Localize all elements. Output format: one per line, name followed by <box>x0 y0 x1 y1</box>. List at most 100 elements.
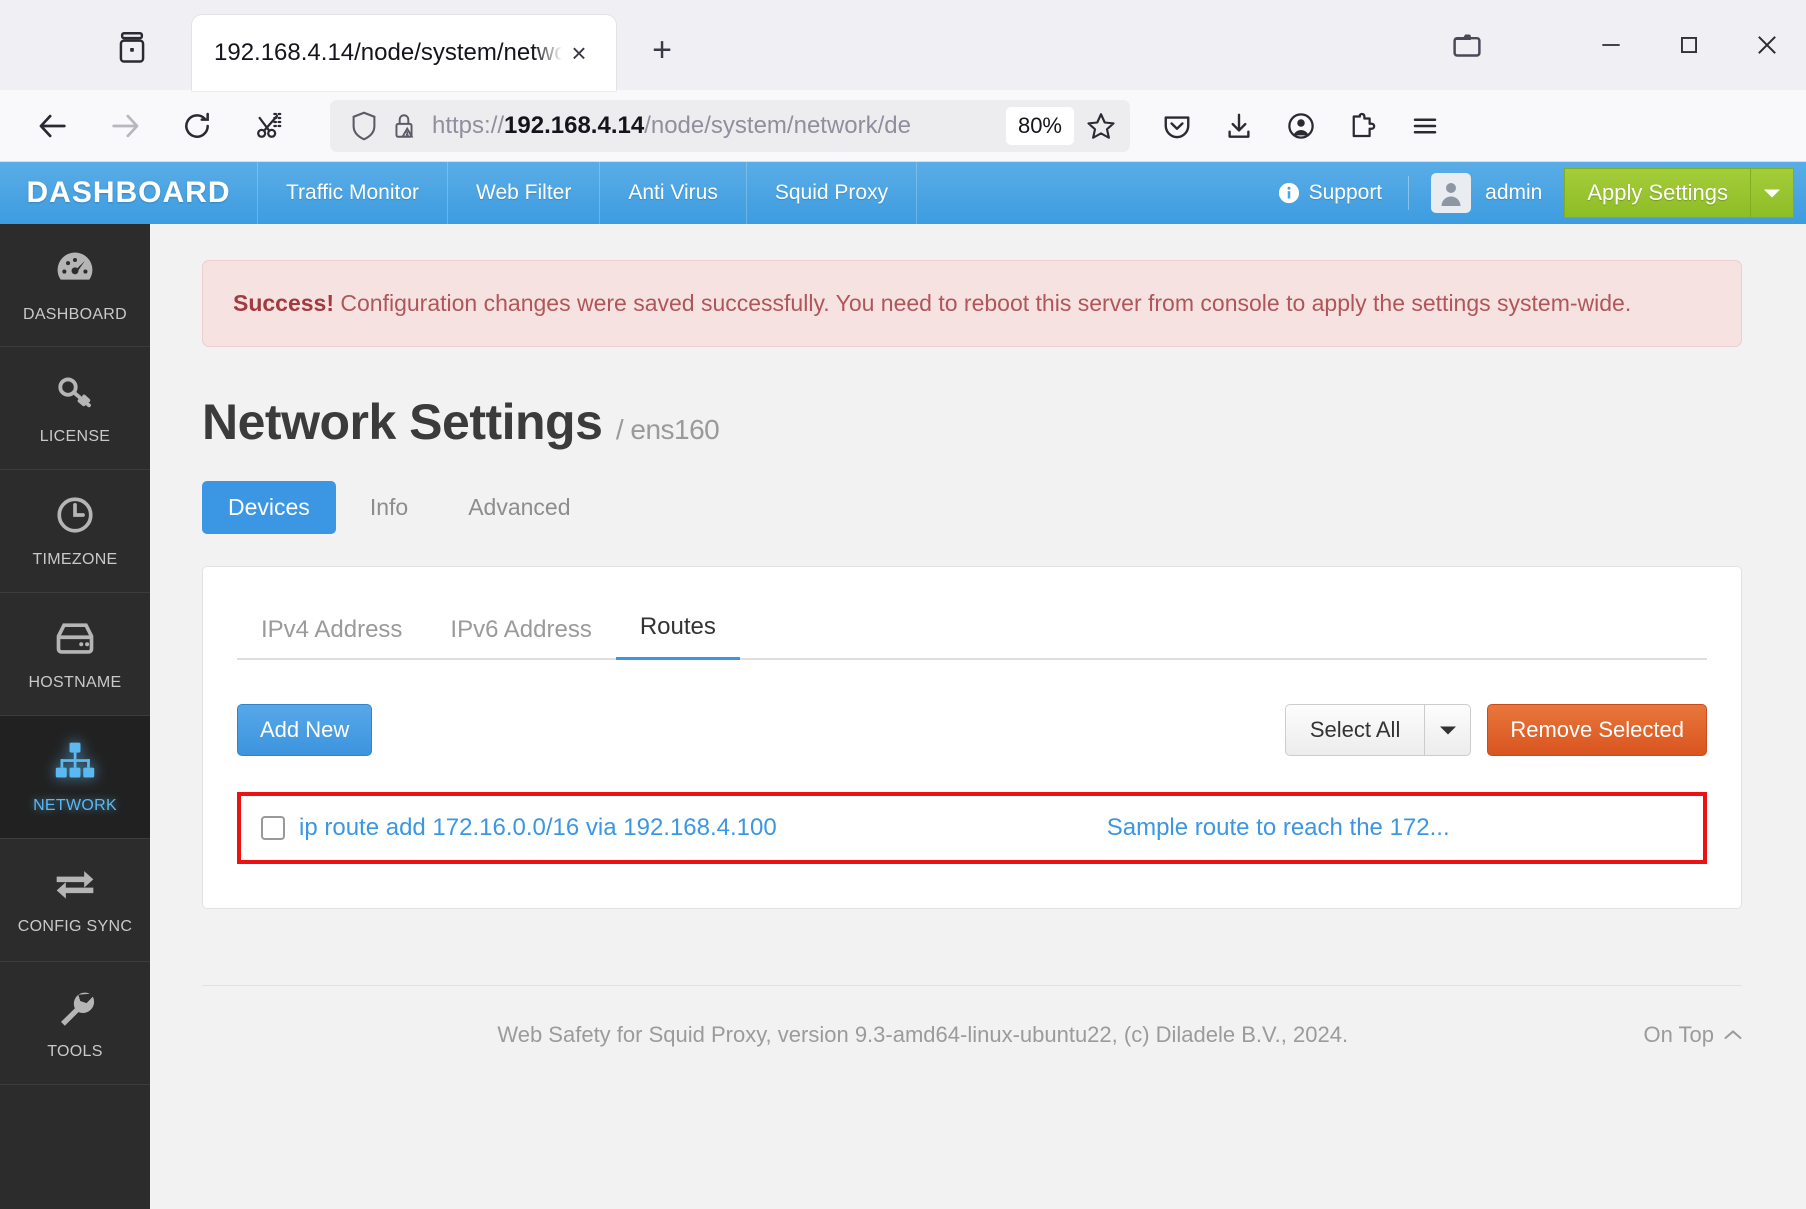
username-label: admin <box>1485 181 1543 204</box>
close-tab-icon[interactable]: × <box>562 36 596 70</box>
tab-strip: 192.168.4.14/node/system/network/ × + <box>192 14 686 91</box>
select-all-button[interactable]: Select All <box>1284 704 1426 757</box>
app-topnav: DASHBOARD Traffic Monitor Web Filter Ant… <box>0 162 1806 224</box>
route-description[interactable]: Sample route to reach the 172... <box>1107 814 1450 842</box>
sidebar-item-label: LICENSE <box>39 427 111 445</box>
sidebar-item-label: HOSTNAME <box>28 673 122 691</box>
downloads-icon[interactable] <box>1208 99 1270 153</box>
routes-toolbar: Add New Select All Remove Selected <box>237 704 1707 757</box>
url-bar[interactable]: https://192.168.4.14/node/system/network… <box>330 99 1130 152</box>
url-text[interactable]: https://192.168.4.14/node/system/network… <box>432 112 1006 140</box>
server-icon <box>53 617 97 664</box>
sidebar-item-tools[interactable]: TOOLS <box>0 962 150 1085</box>
cut-icon[interactable] <box>242 99 296 153</box>
page-subtitle: / ens160 <box>615 414 720 446</box>
new-tab-icon[interactable]: + <box>638 26 686 74</box>
add-new-button[interactable]: Add New <box>237 704 373 757</box>
pocket-icon[interactable] <box>1146 99 1208 153</box>
menu-icon[interactable] <box>1394 99 1456 153</box>
topnav-item-web-filter[interactable]: Web Filter <box>448 162 601 224</box>
close-window-icon[interactable] <box>1728 0 1806 90</box>
main-content: Success! Configuration changes were save… <box>150 224 1806 1209</box>
alert-text: Configuration changes were saved success… <box>340 290 1632 316</box>
browser-titlebar: 192.168.4.14/node/system/network/ × + <box>0 0 1806 91</box>
firefox-view-icon[interactable] <box>104 20 160 76</box>
apply-settings-group: Apply Settings <box>1564 168 1794 218</box>
on-top-label: On Top <box>1643 1022 1714 1048</box>
browser-window: 192.168.4.14/node/system/network/ × + ht… <box>0 0 1806 1209</box>
select-all-caret-icon[interactable] <box>1425 704 1472 757</box>
support-link[interactable]: Support <box>1252 162 1409 224</box>
reload-icon[interactable] <box>170 99 224 153</box>
shield-icon[interactable] <box>344 106 384 146</box>
footer-text: Web Safety for Squid Proxy, version 9.3-… <box>497 1022 1349 1048</box>
subtab-routes[interactable]: Routes <box>615 603 740 661</box>
select-all-group: Select All <box>1284 704 1472 757</box>
chevron-up-icon <box>1724 1030 1742 1040</box>
user-box[interactable]: admin <box>1409 162 1564 224</box>
route-checkbox[interactable] <box>261 816 285 841</box>
page-footer: Web Safety for Squid Proxy, version 9.3-… <box>202 985 1742 1048</box>
apply-settings-button[interactable]: Apply Settings <box>1564 168 1750 218</box>
success-alert: Success! Configuration changes were save… <box>202 260 1742 348</box>
web-page: DASHBOARD Traffic Monitor Web Filter Ant… <box>0 162 1806 1209</box>
extensions-icon[interactable] <box>1332 99 1394 153</box>
sidebar-item-label: TOOLS <box>47 1042 103 1060</box>
tab-devices[interactable]: Devices <box>202 481 336 535</box>
zoom-level-badge[interactable]: 80% <box>1005 106 1074 145</box>
route-command[interactable]: ip route add 172.16.0.0/16 via 192.168.4… <box>299 814 777 842</box>
topnav-spacer <box>917 162 1252 224</box>
sidebar-item-config-sync[interactable]: CONFIG SYNC <box>0 839 150 962</box>
devices-panel: IPv4 Address IPv6 Address Routes Add New… <box>202 566 1742 910</box>
page-title-text: Network Settings <box>202 394 603 451</box>
sidebar-item-label: NETWORK <box>33 796 117 814</box>
sidebar-item-dashboard[interactable]: DASHBOARD <box>0 224 150 347</box>
info-icon <box>1278 182 1299 204</box>
remove-selected-button[interactable]: Remove Selected <box>1487 704 1707 757</box>
browser-toolbar-icons <box>1146 99 1456 153</box>
apply-settings-caret-icon[interactable] <box>1750 168 1794 218</box>
page-body: DASHBOARD LICENSE TIMEZONE HOSTNAME NETW… <box>0 224 1806 1209</box>
account-icon[interactable] <box>1270 99 1332 153</box>
sidebar-item-license[interactable]: LICENSE <box>0 347 150 470</box>
sync-arrows-icon <box>53 865 97 908</box>
sidebar-item-label: CONFIG SYNC <box>17 917 133 935</box>
wrench-icon <box>54 986 96 1033</box>
brand-dashboard[interactable]: DASHBOARD <box>0 162 258 224</box>
forward-icon[interactable] <box>98 99 152 153</box>
sub-tabs: IPv4 Address IPv6 Address Routes <box>237 601 1707 661</box>
sidebar: DASHBOARD LICENSE TIMEZONE HOSTNAME NETW… <box>0 224 150 1209</box>
page-title: Network Settings / ens160 <box>202 393 1742 451</box>
pill-tabs: Devices Info Advanced <box>202 481 1742 535</box>
gauge-icon <box>53 247 97 296</box>
lock-warning-icon[interactable] <box>384 106 424 146</box>
sidebar-item-hostname[interactable]: HOSTNAME <box>0 593 150 716</box>
topnav-item-traffic-monitor[interactable]: Traffic Monitor <box>258 162 449 224</box>
back-icon[interactable] <box>26 99 80 153</box>
list-all-tabs-icon[interactable] <box>1428 0 1506 90</box>
window-controls <box>1428 0 1806 90</box>
subtab-ipv4-address[interactable]: IPv4 Address <box>237 606 426 660</box>
on-top-link[interactable]: On Top <box>1643 1022 1742 1048</box>
bookmark-star-icon[interactable] <box>1080 105 1122 147</box>
topnav-item-anti-virus[interactable]: Anti Virus <box>600 162 747 224</box>
alert-strong: Success! <box>233 290 335 316</box>
tab-advanced[interactable]: Advanced <box>442 481 596 534</box>
sidebar-item-label: DASHBOARD <box>22 305 128 323</box>
minimize-window-icon[interactable] <box>1572 0 1650 90</box>
tab-info[interactable]: Info <box>344 481 434 534</box>
maximize-window-icon[interactable] <box>1650 0 1728 90</box>
key-icon <box>54 371 96 418</box>
sidebar-item-timezone[interactable]: TIMEZONE <box>0 470 150 593</box>
avatar <box>1431 173 1472 213</box>
subtab-ipv6-address[interactable]: IPv6 Address <box>426 606 615 660</box>
network-icon <box>53 740 97 787</box>
sidebar-item-label: TIMEZONE <box>32 550 118 568</box>
table-row[interactable]: ip route add 172.16.0.0/16 via 192.168.4… <box>237 792 1707 865</box>
support-label: Support <box>1308 181 1383 204</box>
browser-tab[interactable]: 192.168.4.14/node/system/network/ × <box>192 15 616 91</box>
topnav-item-squid-proxy[interactable]: Squid Proxy <box>747 162 918 224</box>
sidebar-item-network[interactable]: NETWORK <box>0 716 150 839</box>
browser-navbar: https://192.168.4.14/node/system/network… <box>0 90 1806 162</box>
clock-icon <box>54 494 96 541</box>
